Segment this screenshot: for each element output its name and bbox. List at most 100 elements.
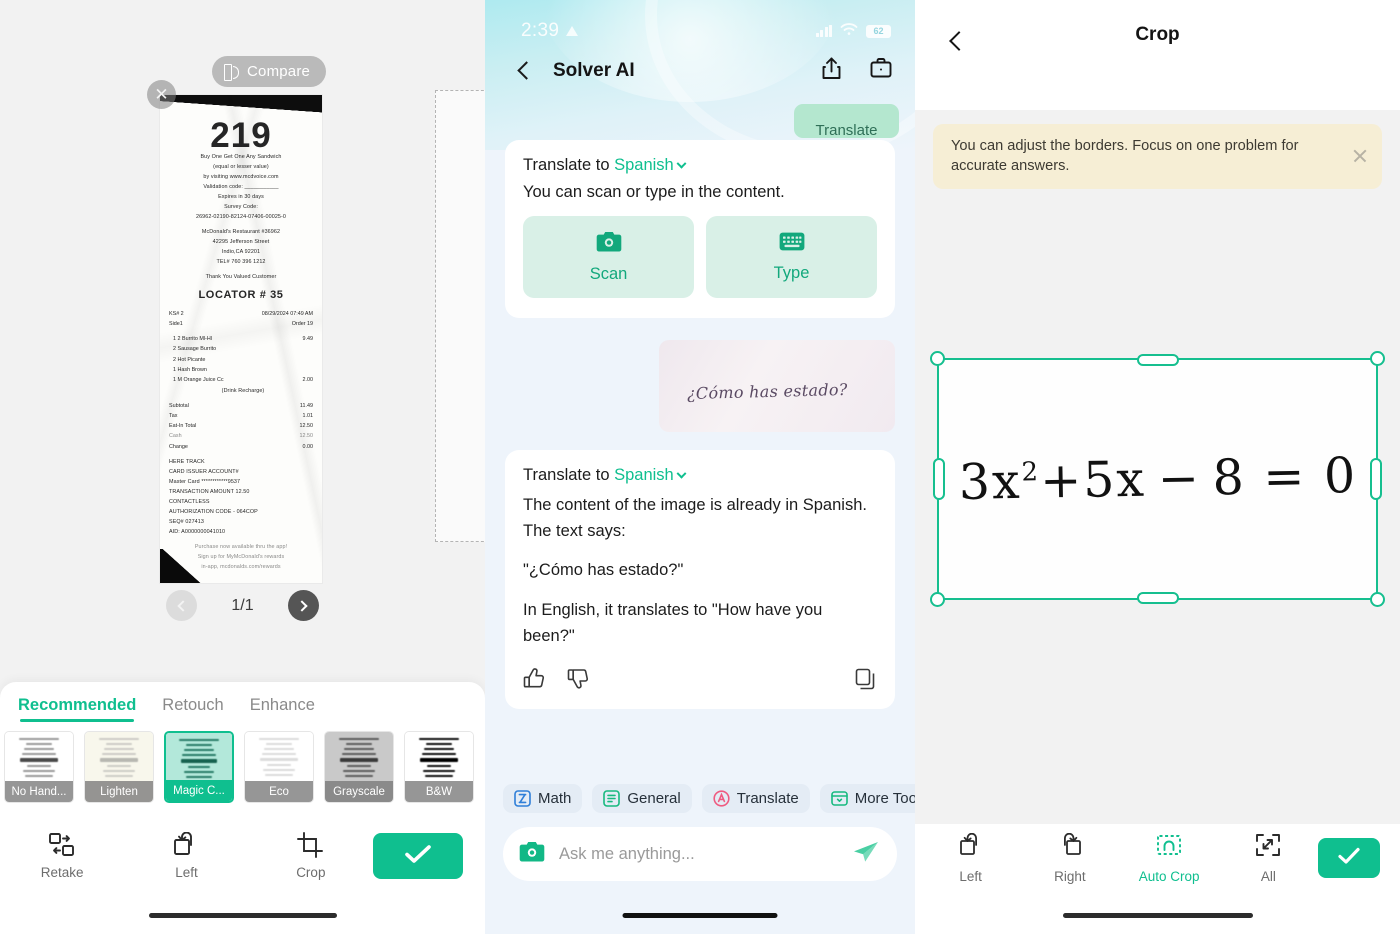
rotate-left-button[interactable]: Left — [124, 832, 248, 880]
crop-handle-top-left[interactable] — [930, 351, 945, 366]
type-action-button[interactable]: Type — [706, 216, 877, 298]
chat-scroll-area[interactable]: Translate to Spanish You can scan or typ… — [485, 140, 915, 780]
filter-thumb-grayscale[interactable]: Grayscale — [324, 731, 394, 803]
retake-icon — [48, 832, 76, 858]
crop-selection-frame[interactable] — [930, 351, 1385, 607]
filter-thumb-magic-color[interactable]: Magic C... — [164, 731, 234, 803]
share-icon[interactable] — [820, 56, 843, 86]
back-button[interactable] — [513, 59, 537, 83]
receipt-item-note: (Drink Recharge) — [221, 387, 265, 394]
receipt-locator: LOCATOR # 35 — [198, 289, 284, 302]
auto-crop-button[interactable]: Auto Crop — [1120, 833, 1219, 884]
tab-enhance[interactable]: Enhance — [250, 696, 315, 722]
signal-icon — [815, 25, 832, 37]
status-time-group: 2:39 — [521, 20, 579, 42]
tab-recommended[interactable]: Recommended — [18, 696, 136, 722]
answer-translate-language[interactable]: Spanish — [614, 466, 674, 484]
crop-hint-banner: You can adjust the borders. Focus on one… — [933, 124, 1382, 189]
chip-math[interactable]: Math — [503, 784, 583, 813]
close-preview-button[interactable]: ✕ — [147, 80, 176, 109]
confirm-button[interactable] — [1318, 838, 1380, 878]
thumb-down-icon[interactable] — [567, 668, 589, 694]
compare-button[interactable]: Compare — [212, 56, 327, 87]
chevron-down-icon[interactable] — [676, 158, 687, 169]
crop-handle-top[interactable] — [1136, 354, 1179, 366]
page-navigation: 1/1 — [0, 590, 485, 621]
retake-button[interactable]: Retake — [0, 832, 124, 880]
chip-more-tools[interactable]: More Tools — [819, 784, 915, 813]
translate-icon — [713, 790, 730, 807]
translate-target-row[interactable]: Translate to Spanish — [523, 156, 877, 175]
chevron-down-icon[interactable] — [676, 468, 687, 479]
home-indicator — [148, 913, 337, 918]
crop-handle-right[interactable] — [1370, 458, 1382, 500]
rotate-right-label: Right — [1054, 868, 1086, 884]
answer-target-row[interactable]: Translate to Spanish — [523, 466, 877, 485]
next-page-button[interactable] — [287, 590, 319, 621]
receipt-item-price: 2.00 — [302, 377, 314, 384]
crop-stage[interactable]: You can adjust the borders. Focus on one… — [915, 110, 1400, 824]
auto-crop-label: Auto Crop — [1138, 868, 1200, 884]
crop-handle-bottom-right[interactable] — [1370, 592, 1385, 607]
receipt-city: Indio,CA 92201 — [221, 249, 261, 256]
status-bar: 2:39 62 — [485, 0, 915, 42]
send-icon[interactable] — [853, 840, 879, 869]
rotate-left-icon — [958, 832, 984, 862]
translate-language[interactable]: Spanish — [614, 156, 674, 174]
scan-label: Scan — [589, 264, 628, 283]
tool-chips-row[interactable]: Math General Translate More Tools — [485, 780, 915, 813]
receipt-pay-line: AID: A0000000041010 — [169, 528, 226, 535]
close-icon[interactable] — [1352, 148, 1368, 164]
translate-prompt-card: Translate to Spanish You can scan or typ… — [505, 140, 895, 318]
close-icon: ✕ — [154, 85, 169, 104]
home-indicator — [622, 913, 778, 918]
chat-input-bar[interactable]: Ask me anything... — [503, 827, 897, 881]
filter-label: Magic C... — [166, 780, 232, 801]
filter-thumb-no-handwriting[interactable]: No Hand... — [4, 731, 74, 803]
page-title: Solver AI — [553, 60, 635, 81]
crop-handle-left[interactable] — [933, 458, 945, 500]
filter-filmstrip[interactable]: No Hand... Lighten Magic C... Eco Graysc… — [0, 722, 485, 803]
copy-icon[interactable] — [855, 668, 877, 695]
camera-icon[interactable] — [519, 841, 545, 868]
crop-handle-bottom-left[interactable] — [930, 592, 945, 607]
prev-page-button[interactable] — [166, 590, 198, 621]
chip-translate[interactable]: Translate — [701, 784, 810, 813]
receipt-pay-line: AUTHORIZATION CODE - 064COP — [169, 508, 258, 515]
chevron-right-icon — [295, 599, 308, 612]
confirm-button[interactable] — [372, 833, 463, 879]
page-indicator: 1/1 — [231, 596, 254, 614]
filter-thumb-eco[interactable]: Eco — [244, 731, 314, 803]
answer-paragraph-1: The content of the image is already in S… — [523, 496, 867, 540]
rotate-right-icon — [1057, 832, 1083, 862]
receipt-total-label: Change — [169, 443, 188, 450]
receipt-total-value: 1.01 — [302, 412, 314, 419]
answer-translate-prefix: Translate to — [523, 466, 610, 484]
thumb-up-icon[interactable] — [523, 668, 545, 694]
assistant-answer-card: Translate to Spanish The content of the … — [505, 450, 895, 709]
filter-thumb-bw[interactable]: B&W — [404, 731, 474, 803]
tab-retouch[interactable]: Retouch — [162, 696, 223, 722]
crop-button[interactable]: Crop — [249, 832, 373, 880]
receipt-item-price: 9.49 — [302, 336, 314, 343]
select-all-button[interactable]: All — [1219, 833, 1318, 884]
receipt-pay-line: Master Card ************9537 — [169, 478, 241, 485]
user-image-message[interactable]: ¿Cómo has estado? — [659, 340, 895, 432]
crop-handle-top-right[interactable] — [1370, 351, 1385, 366]
receipt-phone: TEL# 760 396 1212 — [216, 259, 266, 266]
briefcase-icon[interactable] — [869, 56, 893, 86]
receipt-total-label: Subtotal — [169, 402, 189, 409]
translate-chip-cutoff[interactable]: Translate — [794, 104, 899, 138]
filter-thumb-lighten[interactable]: Lighten — [84, 731, 154, 803]
filter-label: Grayscale — [325, 781, 393, 802]
receipt-image[interactable]: 219 Buy One Get One Any Sandwich (equal … — [160, 95, 322, 583]
rotate-left-button[interactable]: Left — [921, 832, 1020, 884]
receipt-totals: Subtotal 11.49 Tax 1.01 Eat-In Total 12.50 … — [169, 401, 313, 452]
receipt-datetime: 08/29/2024 07:49 AM — [261, 310, 313, 317]
camera-icon — [596, 231, 622, 258]
scan-action-button[interactable]: Scan — [523, 216, 694, 298]
rotate-right-button[interactable]: Right — [1020, 832, 1119, 884]
crop-handle-bottom[interactable] — [1136, 592, 1179, 604]
chip-general[interactable]: General — [592, 784, 692, 813]
search-input[interactable]: Ask me anything... — [559, 845, 839, 864]
